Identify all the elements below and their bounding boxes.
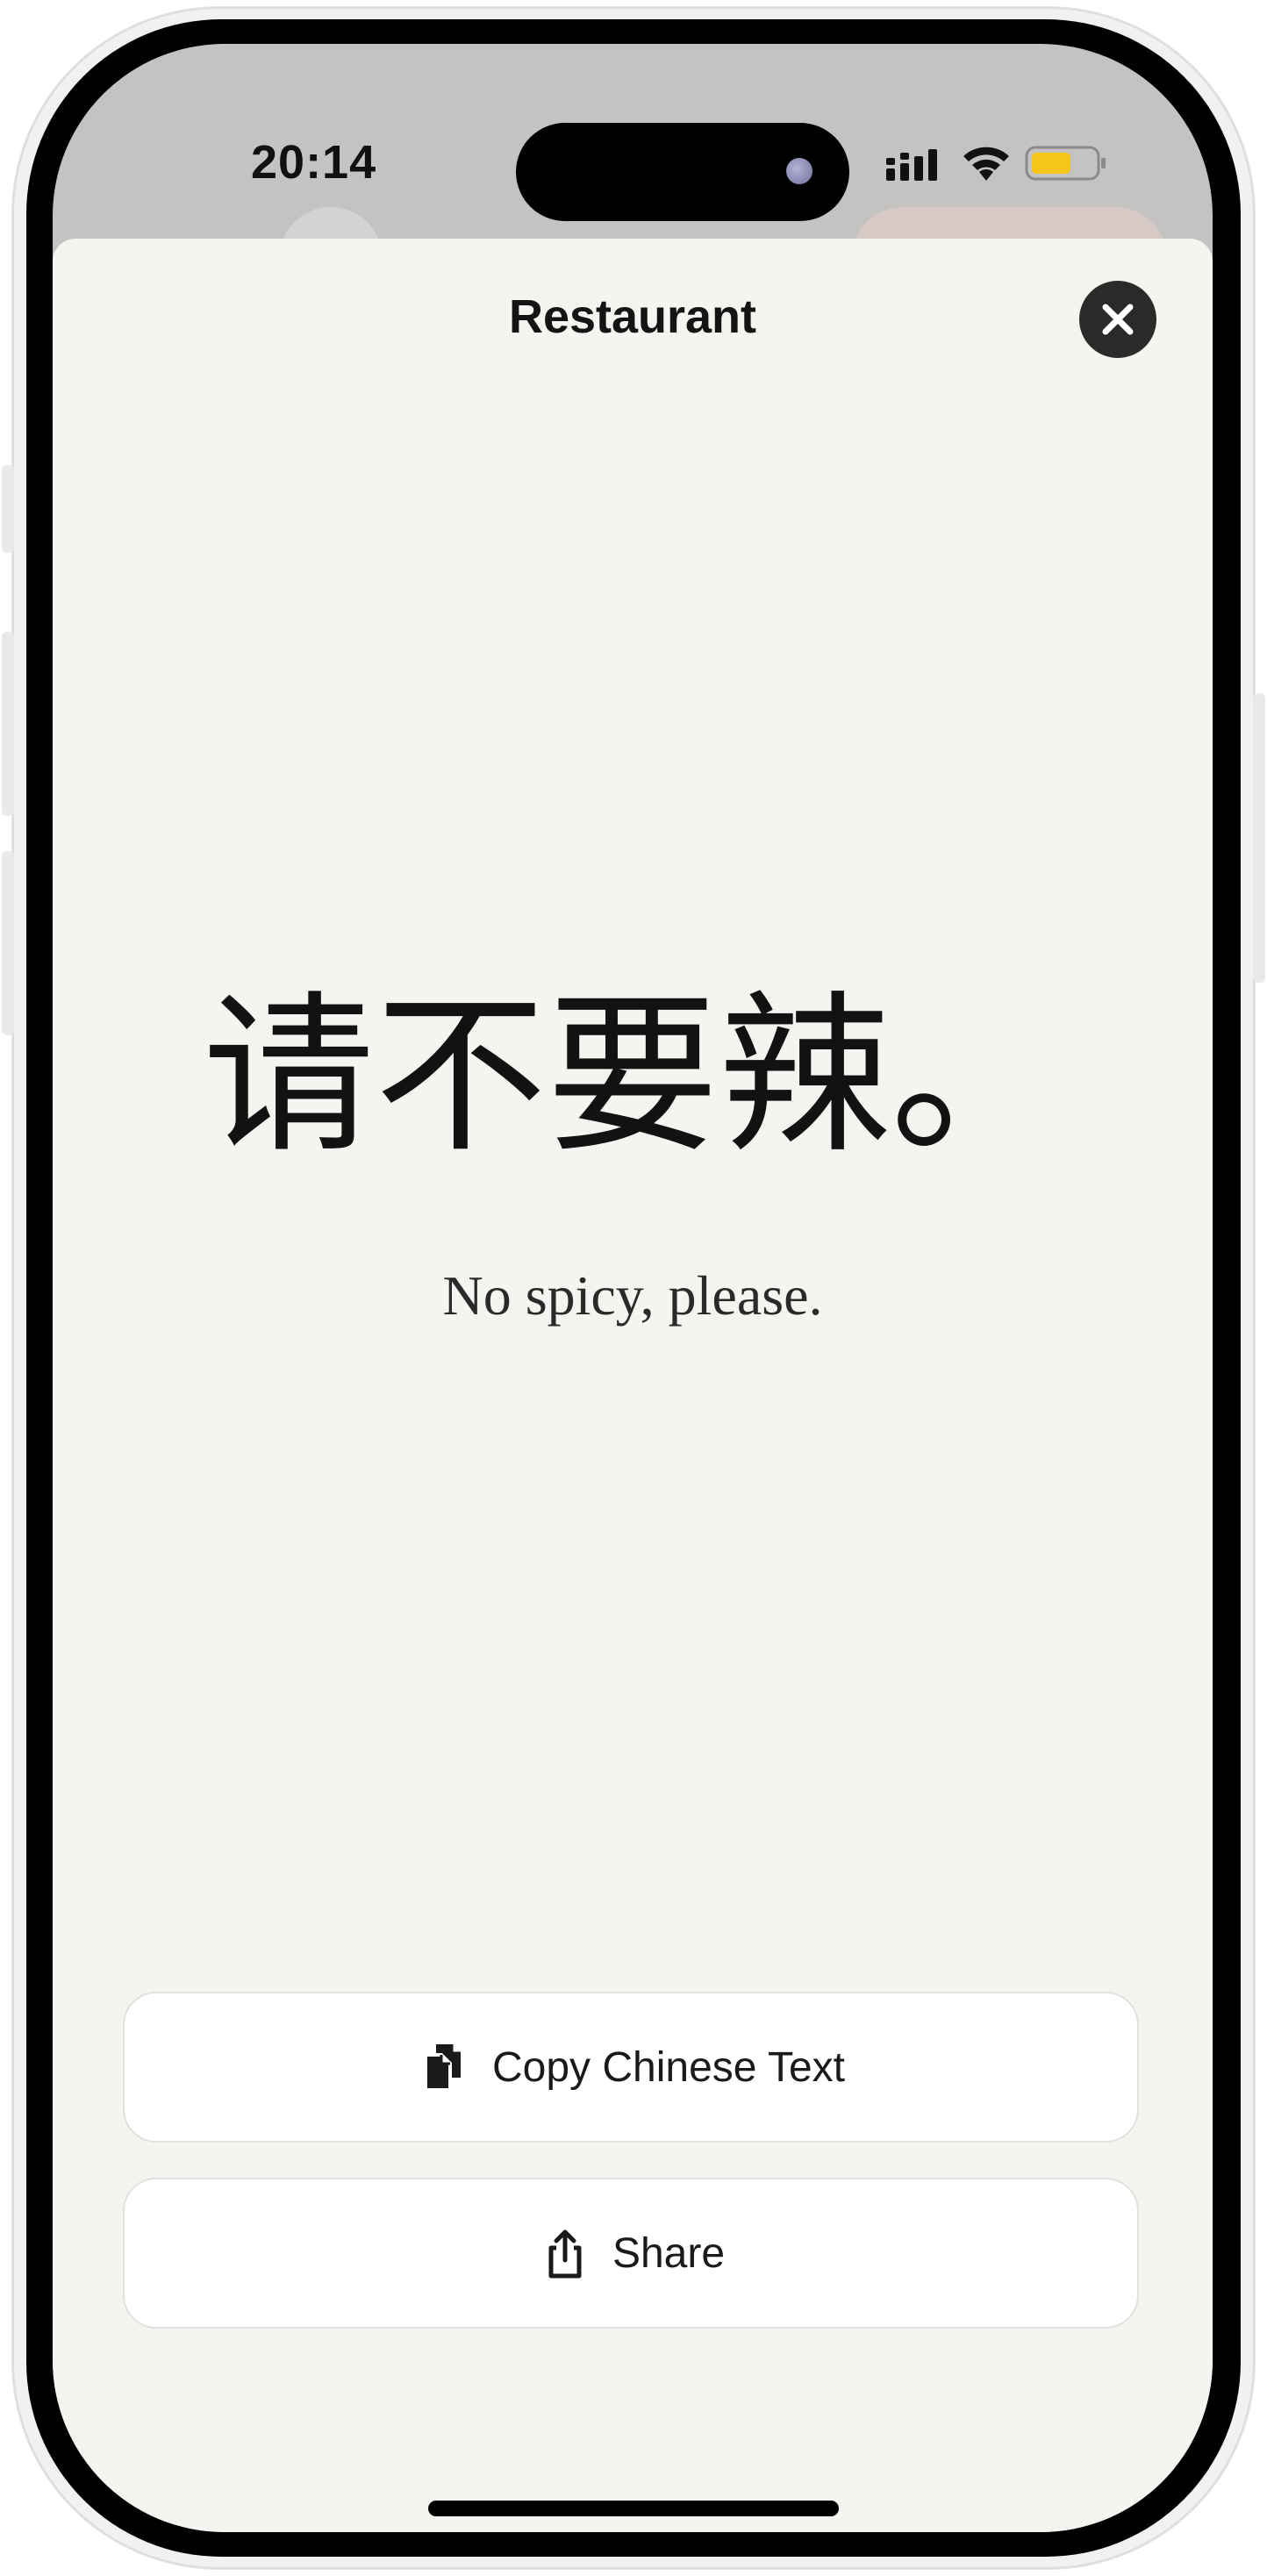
cellular-signal-icon: [886, 149, 937, 181]
volume-down-button: [2, 851, 14, 1035]
status-time: 20:14: [251, 136, 377, 189]
copy-icon: [424, 2044, 461, 2092]
close-icon: [1102, 304, 1134, 335]
front-camera: [786, 158, 812, 184]
copy-chinese-text-button[interactable]: Copy Chinese Text: [123, 1992, 1139, 2143]
home-indicator[interactable]: [428, 2501, 839, 2516]
action-button: [2, 465, 14, 553]
battery-icon: [1025, 146, 1106, 181]
power-button: [1253, 693, 1265, 983]
sheet-title: Restaurant: [508, 290, 757, 343]
close-button[interactable]: [1079, 281, 1156, 358]
share-button-label: Share: [612, 2229, 726, 2277]
chinese-phrase: 请不要辣。: [202, 977, 1063, 1177]
share-icon: [548, 2229, 582, 2279]
english-translation: No spicy, please.: [442, 1264, 823, 1327]
share-button[interactable]: Share: [123, 2178, 1139, 2329]
volume-up-button: [2, 632, 14, 816]
wifi-icon: [963, 147, 1009, 181]
phrase-sheet: Restaurant 请不要辣。 No spicy, please. Copy …: [53, 239, 1213, 2532]
copy-button-label: Copy Chinese Text: [492, 2043, 845, 2091]
